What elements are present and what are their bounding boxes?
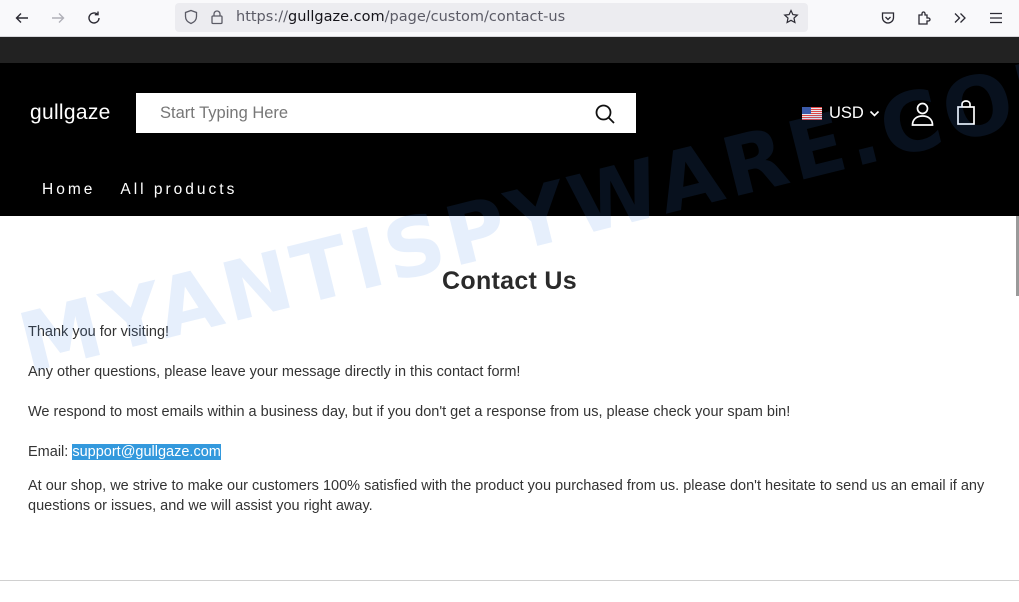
menu-button[interactable] xyxy=(983,5,1009,31)
currency-label: USD xyxy=(829,104,864,122)
nav-all-products[interactable]: All products xyxy=(120,181,237,199)
url-text[interactable]: https://gullgaze.com/page/custom/contact… xyxy=(236,9,565,25)
cart-bag-icon[interactable] xyxy=(956,100,976,125)
paragraph-thanks: Thank you for visiting! xyxy=(28,324,170,340)
paragraph-response-time: We respond to most emails within a busin… xyxy=(28,404,791,420)
pocket-icon xyxy=(881,12,895,24)
extensions-icon xyxy=(918,11,931,25)
search-icon[interactable] xyxy=(594,103,616,125)
browser-toolbar: https://gullgaze.com/page/custom/contact… xyxy=(0,0,1019,37)
extensions-button[interactable] xyxy=(911,5,937,31)
account-icon[interactable] xyxy=(910,101,935,126)
pocket-button[interactable] xyxy=(875,5,901,31)
reload-button[interactable] xyxy=(81,5,107,31)
page-title: Contact Us xyxy=(442,267,577,295)
overflow-button[interactable] xyxy=(947,5,973,31)
web-page: gullgaze USD Home All products Contact U… xyxy=(0,37,1019,602)
email-label: Email: xyxy=(28,444,73,460)
url-scheme: https:// xyxy=(236,9,288,25)
url-path: /page/custom/contact-us xyxy=(384,9,566,25)
main-nav: Home All products xyxy=(42,181,262,199)
us-flag-icon xyxy=(802,107,822,120)
email-line: Email: support@gullgaze.com xyxy=(28,442,221,462)
overflow-icon xyxy=(954,13,966,23)
site-header: gullgaze USD Home All products xyxy=(0,63,1019,216)
back-button[interactable] xyxy=(9,5,35,31)
bookmark-star-icon[interactable] xyxy=(783,9,799,25)
announcement-bar xyxy=(0,37,1019,63)
url-host: gullgaze.com xyxy=(287,9,385,25)
footer-divider xyxy=(0,580,1019,581)
reload-icon xyxy=(88,11,100,24)
paragraph-closing: At our shop, we strive to make our custo… xyxy=(28,478,985,514)
email-link[interactable]: support@gullgaze.com xyxy=(72,444,221,460)
lock-icon[interactable] xyxy=(209,9,225,25)
site-logo[interactable]: gullgaze xyxy=(30,101,111,125)
menu-icon xyxy=(990,12,1002,24)
forward-button[interactable] xyxy=(45,5,71,31)
nav-home[interactable]: Home xyxy=(42,181,95,199)
back-icon xyxy=(15,13,28,23)
currency-selector[interactable]: USD xyxy=(802,104,880,123)
contact-content: Contact Us Thank you for visiting! Any o… xyxy=(0,216,1019,602)
shield-icon[interactable] xyxy=(183,9,199,25)
paragraph-questions: Any other questions, please leave your m… xyxy=(28,364,521,380)
chevron-down-icon xyxy=(869,110,879,117)
search-box xyxy=(136,93,636,133)
forward-icon xyxy=(52,13,65,23)
url-bar[interactable]: https://gullgaze.com/page/custom/contact… xyxy=(175,3,808,32)
search-input[interactable] xyxy=(136,93,576,133)
